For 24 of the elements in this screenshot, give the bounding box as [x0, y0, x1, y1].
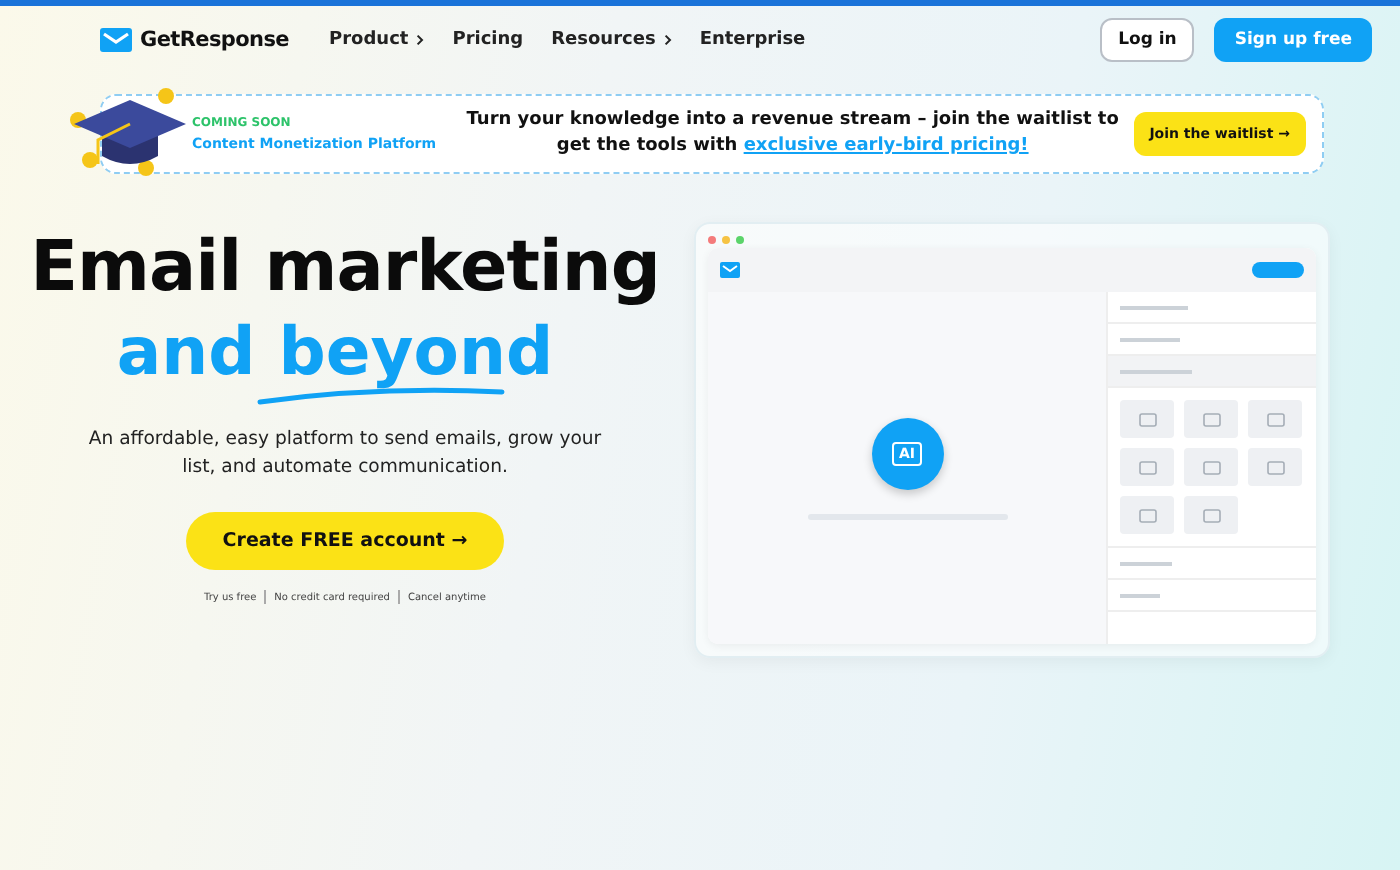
- block-icon: [1201, 411, 1221, 427]
- nav-link[interactable]: Resources: [551, 30, 656, 50]
- hero-subheading: and beyond: [116, 311, 554, 389]
- nav-link[interactable]: Enterprise: [699, 30, 806, 50]
- envelope-logo-icon: [100, 28, 132, 52]
- brand-name: GetResponse: [140, 28, 289, 52]
- envelope-logo-icon: [720, 262, 740, 278]
- chevron-right-icon: [663, 34, 672, 46]
- block-icon: [1265, 459, 1285, 475]
- block-icon: [1201, 507, 1221, 523]
- hero-heading: Email marketing: [30, 230, 660, 307]
- nav-link[interactable]: Pricing: [452, 30, 524, 50]
- create-account-button[interactable]: Create FREE account →: [186, 512, 504, 571]
- login-button[interactable]: Log in: [1100, 18, 1195, 62]
- underline-swoosh-icon: [256, 385, 507, 405]
- hero-description: An affordable, easy platform to send emails, grow your list, and automate communication.: [86, 425, 604, 483]
- block-icon: [1137, 507, 1157, 523]
- banner-message: Turn your knowledge into a revenue stream – join the waitlist to get the tools with exclusive early-bird pricing!: [464, 107, 1121, 160]
- block-icon: [1201, 459, 1221, 475]
- block-icon: [1265, 411, 1285, 427]
- block-icon: [1137, 411, 1157, 427]
- chevron-right-icon: [416, 34, 425, 46]
- nav-link[interactable]: Product: [329, 30, 409, 50]
- block-icon: [1137, 459, 1157, 475]
